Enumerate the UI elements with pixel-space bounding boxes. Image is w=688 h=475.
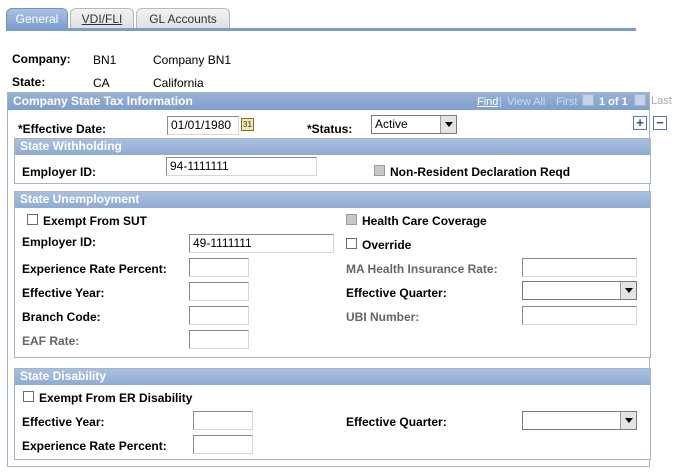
tab-general-label: General — [15, 12, 59, 26]
chevron-down-icon — [620, 412, 636, 429]
withholding-employer-id-label: Employer ID: — [22, 165, 97, 179]
last-link[interactable]: Last — [651, 95, 672, 107]
sut-eff-quarter-select[interactable] — [522, 281, 637, 300]
sut-eff-year-input[interactable] — [189, 282, 249, 301]
sut-employer-id-input[interactable]: 49-1111111 — [189, 234, 334, 253]
sdi-eff-quarter-select[interactable] — [522, 411, 637, 430]
sdi-eff-year-input[interactable] — [193, 411, 253, 430]
company-name: Company BN1 — [153, 53, 232, 67]
company-state-tax-title: Company State Tax Information — [13, 94, 193, 108]
exempt-sut-checkbox[interactable] — [27, 214, 38, 225]
state-disability-header: State Disability — [15, 369, 650, 385]
branch-code-label: Branch Code: — [22, 310, 101, 324]
exempt-er-disability-checkbox[interactable] — [23, 391, 34, 402]
sdi-exp-rate-input[interactable] — [193, 435, 253, 454]
exempt-er-disability-label: Exempt From ER Disability — [39, 391, 193, 405]
override-label: Override — [362, 238, 412, 252]
status-label: *Status: — [307, 122, 353, 136]
sut-eff-year-label: Effective Year: — [22, 286, 105, 300]
find-link[interactable]: Find — [477, 94, 498, 110]
non-resident-label: Non-Resident Declaration Reqd — [390, 165, 571, 179]
sdi-eff-year-label: Effective Year: — [22, 415, 105, 429]
sut-exp-rate-label: Experience Rate Percent: — [22, 262, 167, 276]
calendar-icon[interactable]: 31 — [241, 118, 254, 131]
effective-date-input[interactable]: 01/01/1980 — [167, 116, 239, 135]
health-care-checkbox[interactable] — [346, 214, 357, 225]
state-code: CA — [93, 76, 110, 90]
status-select[interactable]: Active — [371, 115, 457, 134]
eaf-rate-label: EAF Rate: — [22, 334, 80, 348]
ma-health-input[interactable] — [522, 258, 637, 277]
nav-separator: | — [499, 96, 502, 108]
view-all-link[interactable]: View All — [507, 94, 545, 110]
sut-employer-id-label: Employer ID: — [22, 235, 97, 249]
company-code: BN1 — [93, 53, 117, 67]
state-name: California — [153, 76, 204, 90]
chevron-down-icon — [440, 116, 456, 133]
withholding-employer-id-input[interactable]: 94-1111111 — [166, 157, 317, 176]
tab-gl-accounts-label: GL Accounts — [149, 12, 217, 26]
tab-gl-accounts[interactable]: GL Accounts — [136, 8, 230, 30]
tab-vdi-fli-label: VDI/FLI — [81, 12, 123, 26]
tab-vdi-fli[interactable]: VDI/FLI — [70, 8, 134, 30]
sut-exp-rate-input[interactable] — [189, 258, 249, 277]
tab-bar-underline — [6, 28, 636, 31]
delete-row-button[interactable]: − — [653, 116, 667, 130]
previous-arrow-icon[interactable] — [582, 94, 594, 106]
add-row-button[interactable]: + — [633, 116, 647, 130]
first-link[interactable]: First — [556, 94, 577, 110]
state-unemployment-header: State Unemployment — [15, 192, 650, 208]
chevron-down-icon — [620, 282, 636, 299]
company-state-tax-header: Company State Tax Information Find | Vie… — [8, 93, 649, 110]
sut-eff-quarter-label: Effective Quarter: — [346, 286, 447, 300]
health-care-label: Health Care Coverage — [362, 214, 487, 228]
ma-health-label: MA Health Insurance Rate: — [346, 262, 498, 276]
state-withholding-header: State Withholding — [15, 139, 650, 155]
next-arrow-icon[interactable] — [634, 94, 646, 106]
ubi-number-input[interactable] — [522, 306, 637, 325]
effective-date-label: *Effective Date: — [18, 122, 107, 136]
state-label: State: — [12, 75, 46, 89]
status-value: Active — [375, 117, 408, 131]
non-resident-checkbox[interactable] — [374, 165, 385, 176]
sdi-eff-quarter-label: Effective Quarter: — [346, 415, 447, 429]
sdi-exp-rate-label: Experience Rate Percent: — [22, 439, 167, 453]
tab-general[interactable]: General — [6, 8, 68, 30]
eaf-rate-input[interactable] — [189, 330, 249, 349]
ubi-number-label: UBI Number: — [346, 310, 420, 324]
exempt-sut-label: Exempt From SUT — [43, 214, 148, 228]
branch-code-input[interactable] — [189, 306, 249, 325]
override-checkbox[interactable] — [346, 238, 357, 249]
row-count: 1 of 1 — [599, 96, 628, 108]
company-label: Company: — [12, 52, 71, 66]
